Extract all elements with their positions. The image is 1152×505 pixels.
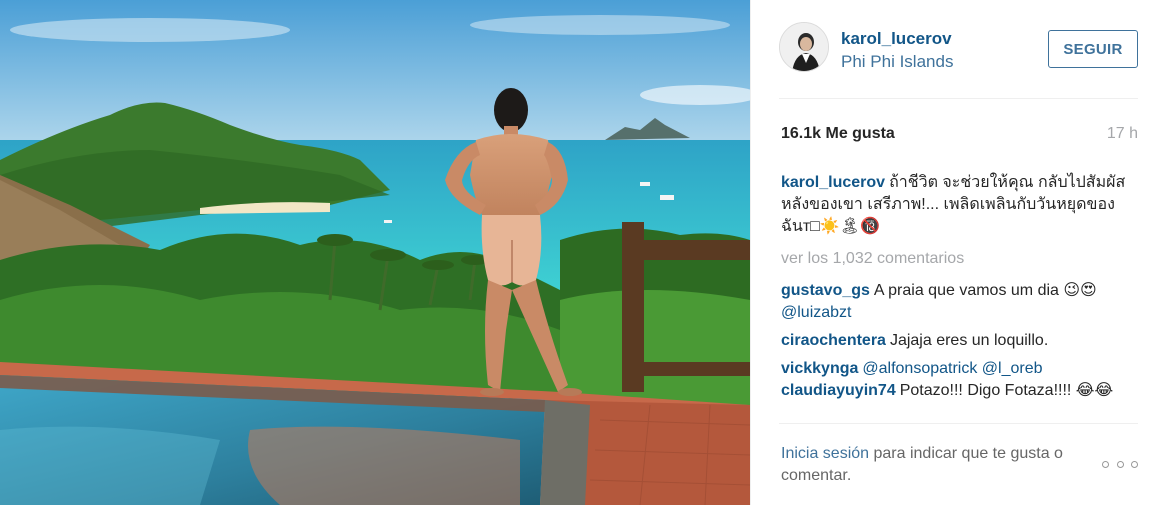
caption: karol_lucerov ถ้าชีวิต จะช่วยให้คุณ กลับไ… — [781, 172, 1132, 238]
view-all-comments-link[interactable]: ver los 1,032 comentarios — [781, 248, 1132, 270]
avatar-image — [780, 23, 828, 71]
comment-mention[interactable]: @alfonsopatrick @l_oreb — [862, 360, 1042, 377]
post-timestamp[interactable]: 17 h — [1107, 125, 1138, 143]
comment-item: ciraochentera Jajaja eres un loquillo. — [781, 330, 1132, 352]
comment-username[interactable]: gustavo_gs — [781, 282, 870, 299]
comment-item: claudiayuyin74 Potazo!!! Digo Fotaza!!!! … — [781, 380, 1132, 402]
comment-username[interactable]: vickkynga — [781, 360, 858, 377]
comment-username[interactable]: ciraochentera — [781, 332, 886, 349]
comment-item: gustavo_gs A praia que vamos um dia 😉😍 @l… — [781, 280, 1132, 324]
likes-count[interactable]: 16.1k Me gusta — [781, 125, 895, 143]
caption-username[interactable]: karol_lucerov — [781, 174, 885, 191]
post-photo[interactable] — [0, 0, 750, 505]
post-location[interactable]: Phi Phi Islands — [841, 52, 953, 72]
dot-icon — [1116, 460, 1124, 468]
comment-text: Jajaja eres un loquillo. — [889, 332, 1049, 349]
follow-button[interactable]: SEGUIR — [1048, 30, 1138, 68]
post-footer: Inicia sesión para indicar que te gusta … — [781, 443, 1138, 493]
dot-icon — [1131, 460, 1138, 468]
ellipsis-icon[interactable] — [1102, 457, 1138, 471]
comment-mention[interactable]: @luizabzt — [781, 304, 852, 321]
post-username[interactable]: karol_lucerov — [841, 29, 952, 49]
divider — [779, 423, 1138, 424]
avatar[interactable] — [779, 22, 829, 72]
login-prompt: Inicia sesión para indicar que te gusta … — [781, 443, 1111, 487]
post-side-panel: karol_lucerov Phi Phi Islands SEGUIR 16.… — [750, 0, 1152, 505]
beach-scene-image — [0, 0, 750, 505]
post-header: karol_lucerov Phi Phi Islands SEGUIR — [779, 22, 1138, 78]
comment-text: Potazo!!! Digo Fotaza!!!! 😂😂 — [899, 382, 1114, 399]
comment-text: A praia que vamos um dia 😉😍 — [873, 282, 1097, 299]
likes-row: 16.1k Me gusta 17 h — [781, 125, 1138, 147]
dot-icon — [1102, 460, 1109, 468]
divider — [779, 98, 1138, 99]
login-link[interactable]: Inicia sesión — [781, 445, 869, 462]
comment-username[interactable]: claudiayuyin74 — [781, 382, 896, 399]
comment-item: vickkynga @alfonsopatrick @l_oreb — [781, 358, 1132, 380]
comments-list: karol_lucerov ถ้าชีวิต จะช่วยให้คุณ กลับไ… — [781, 172, 1132, 420]
